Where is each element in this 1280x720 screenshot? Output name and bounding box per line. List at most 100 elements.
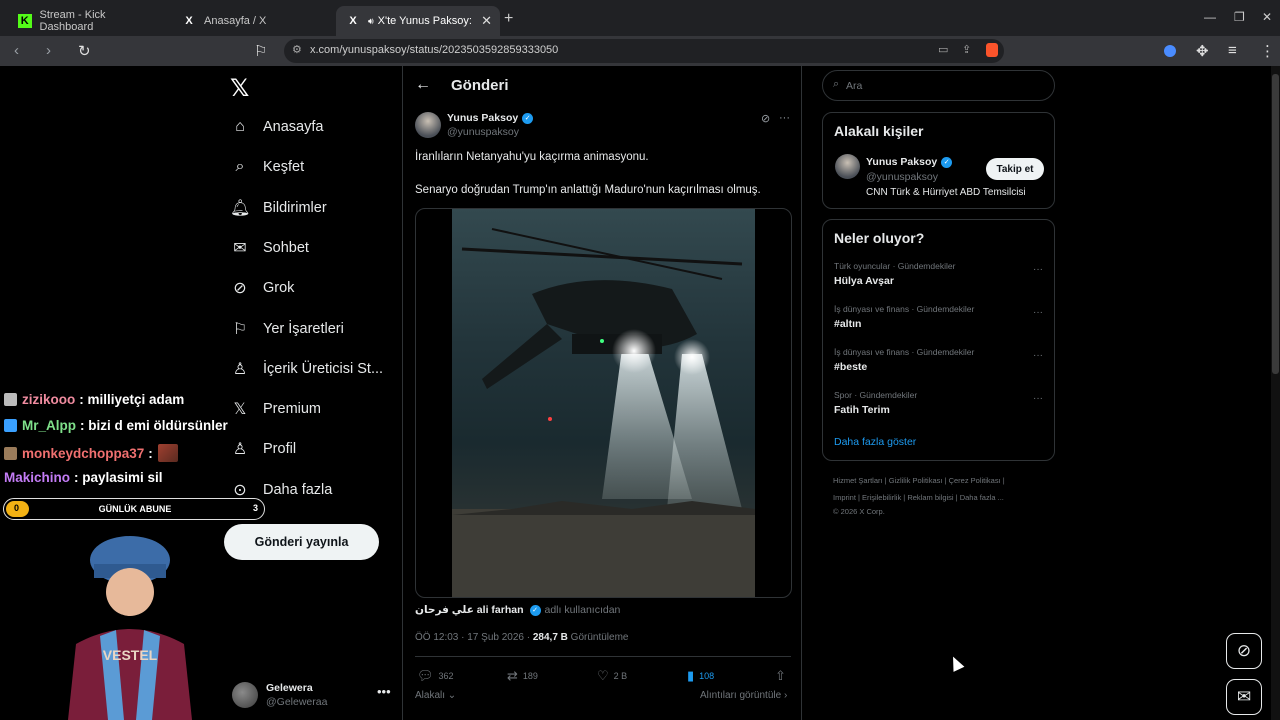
chat-badge-icon <box>4 419 17 432</box>
view-label: Görüntüleme <box>570 632 629 643</box>
share-button[interactable]: ⇧ <box>775 668 791 684</box>
avatar[interactable] <box>415 112 441 138</box>
like-button[interactable]: ♡ 2 B <box>597 668 627 684</box>
minimize-icon[interactable]: — <box>1204 10 1216 24</box>
trend-name[interactable]: Hülya Avşar <box>834 275 894 287</box>
more-dots-icon[interactable]: ··· <box>1033 307 1043 318</box>
post-timestamp[interactable]: ÖÖ 12:03 · 17 Şub 2026 · <box>415 632 530 643</box>
maximize-icon[interactable]: ❐ <box>1234 10 1245 24</box>
more-dots-icon[interactable]: ··· <box>779 112 790 124</box>
forward-icon[interactable]: › <box>46 42 51 59</box>
trend-category: İş dünyası ve finans · Gündemdekiler <box>834 304 975 314</box>
sub-goal-bar: 0 GÜNLÜK ABUNE 3 <box>3 498 265 520</box>
chat-badge-icon <box>4 446 17 460</box>
author-name[interactable]: Yunus Paksoy <box>447 112 518 124</box>
nav-item-0[interactable]: ⌂ Anasayfa <box>230 112 323 142</box>
nav-label: Sohbet <box>263 239 309 256</box>
chat-username: zizikooo <box>22 392 76 407</box>
more-dots-icon[interactable]: ••• <box>377 684 391 699</box>
divider <box>415 656 791 657</box>
reply-button[interactable]: 💬︎ 362 <box>417 668 454 684</box>
trend-name[interactable]: Fatih Terim <box>834 404 890 416</box>
nav-label: Daha fazla <box>263 481 333 498</box>
x-logo-icon[interactable]: 𝕏 <box>230 74 249 103</box>
like-count: 2 B <box>613 671 628 681</box>
nav-item-4[interactable]: ⊘ Grok <box>230 273 294 303</box>
trend-name[interactable]: #altın <box>834 318 861 330</box>
new-tab-button[interactable]: + <box>504 10 513 28</box>
chat-message: monkeydchoppa37: <box>4 444 178 462</box>
post-button[interactable]: Gönderi yayınla <box>224 524 379 560</box>
show-more-link[interactable]: Daha fazla göster <box>834 436 916 448</box>
video-frame[interactable] <box>452 209 755 597</box>
brave-shield-icon[interactable] <box>986 43 998 57</box>
account-switcher[interactable]: Gelewera @Geleweraa ••• <box>232 678 391 712</box>
more-dots-icon[interactable]: ··· <box>1033 393 1043 404</box>
person-name[interactable]: Yunus Paksoy <box>866 156 937 168</box>
chat-text: : milliyetçi adam <box>79 392 185 407</box>
more-dots-icon[interactable]: ··· <box>1033 264 1043 275</box>
address-bar[interactable]: ⚙ x.com/yunuspaksoy/status/2023503592859… <box>284 39 1004 63</box>
media-list-icon[interactable]: ≡ <box>1228 42 1237 59</box>
tab-anasayfa[interactable]: X Anasayfa / X <box>172 6 332 36</box>
grok-float-button[interactable]: ⊘ <box>1226 633 1262 669</box>
nav-item-7[interactable]: 𝕏 Premium <box>230 394 321 424</box>
tab-kick-dashboard[interactable]: K Stream - Kick Dashboard <box>8 6 168 36</box>
nav-label: İçerik Üreticisi St... <box>263 360 384 377</box>
follow-button[interactable]: Takip et <box>986 158 1044 180</box>
search-input[interactable]: ⌕ Ara <box>822 70 1055 101</box>
x-premium-icon: 𝕏 <box>233 401 247 419</box>
post-text: İranlıların Netanyahu'yu kaçırma animasy… <box>415 151 649 163</box>
footer-links[interactable]: Hizmet Şartları | Gizlilik Politikası | … <box>833 476 1005 485</box>
via-name[interactable]: علي فرحان ali farhan <box>415 604 524 616</box>
via-suffix: adlı kullanıcıdan <box>544 604 621 616</box>
page-scrollbar[interactable] <box>1271 66 1280 720</box>
bookmark-button[interactable]: ▮ 108 <box>687 668 714 684</box>
messages-float-button[interactable]: ✉ <box>1226 679 1262 715</box>
share-icon[interactable]: ⇪ <box>962 43 971 56</box>
view-quotes-link[interactable]: Alıntıları görüntüle › <box>700 690 787 701</box>
footer-links[interactable]: Imprint | Erişilebilirlik | Reklam bilgi… <box>833 493 1004 502</box>
person-bio: CNN Türk & Hürriyet ABD Temsilcisi <box>866 187 1026 198</box>
nav-item-8[interactable]: ♙ Profil <box>230 434 296 464</box>
close-tab-icon[interactable]: ✕ <box>481 13 492 29</box>
nav-item-3[interactable]: ✉ Sohbet <box>230 233 309 263</box>
x-logo-icon: X <box>349 15 357 27</box>
search-icon: ⌕ <box>235 158 245 176</box>
close-window-icon[interactable]: ✕ <box>1262 10 1272 24</box>
related-dropdown[interactable]: Alakalı ⌄ <box>415 690 456 701</box>
menu-icon[interactable]: ⋮ <box>1260 42 1275 60</box>
grok-icon[interactable]: ⊘ <box>761 112 770 125</box>
avatar[interactable] <box>835 154 860 179</box>
back-arrow-icon[interactable]: ← <box>415 76 431 94</box>
person-handle[interactable]: @yunuspaksoy <box>866 171 938 183</box>
tab-active-post[interactable]: X 🔊︎ X'te Yunus Paksoy: "İranlıla ✕ <box>336 6 500 36</box>
nav-item-1[interactable]: ⌕ Keşfet <box>230 152 305 182</box>
via-attribution[interactable]: علي فرحان ali farhan ✓ adlı kullanıcıdan <box>415 604 620 616</box>
bookmark-icon: ⚐ <box>232 320 248 338</box>
chat-emote <box>157 444 178 462</box>
more-dots-icon[interactable]: ··· <box>1033 350 1043 361</box>
post-video[interactable] <box>415 208 792 598</box>
search-placeholder: Ara <box>846 80 863 92</box>
back-icon[interactable]: ‹ <box>14 42 19 59</box>
cast-icon[interactable]: ▭ <box>938 43 948 56</box>
chat-badge-icon <box>4 393 17 406</box>
chat-text: : bizi d emi öldürsünler <box>80 418 228 433</box>
post-author[interactable]: Yunus Paksoy ✓ @yunuspaksoy <box>415 112 534 138</box>
nav-item-6[interactable]: ♙ İçerik Üreticisi St... <box>230 354 383 384</box>
repost-button[interactable]: ⇄ 189 <box>507 668 538 684</box>
bookmark-page-icon[interactable]: ⚐ <box>254 42 267 60</box>
nav-item-2[interactable]: 🔔︎ Bildirimler <box>230 193 327 223</box>
chat-username: Makichino <box>4 470 71 485</box>
extension-icon[interactable] <box>1164 45 1176 57</box>
site-info-icon[interactable]: ⚙ <box>292 43 302 56</box>
author-handle[interactable]: @yunuspaksoy <box>447 126 533 138</box>
nav-item-5[interactable]: ⚐ Yer İşaretleri <box>230 314 344 344</box>
trend-name[interactable]: #beste <box>834 361 867 373</box>
mouse-cursor <box>947 654 965 672</box>
verified-icon: ✓ <box>522 112 534 124</box>
reload-icon[interactable]: ↻ <box>78 42 91 60</box>
extensions-puzzle-icon[interactable]: ✥ <box>1196 42 1209 60</box>
person-icon: ♙ <box>232 441 248 459</box>
